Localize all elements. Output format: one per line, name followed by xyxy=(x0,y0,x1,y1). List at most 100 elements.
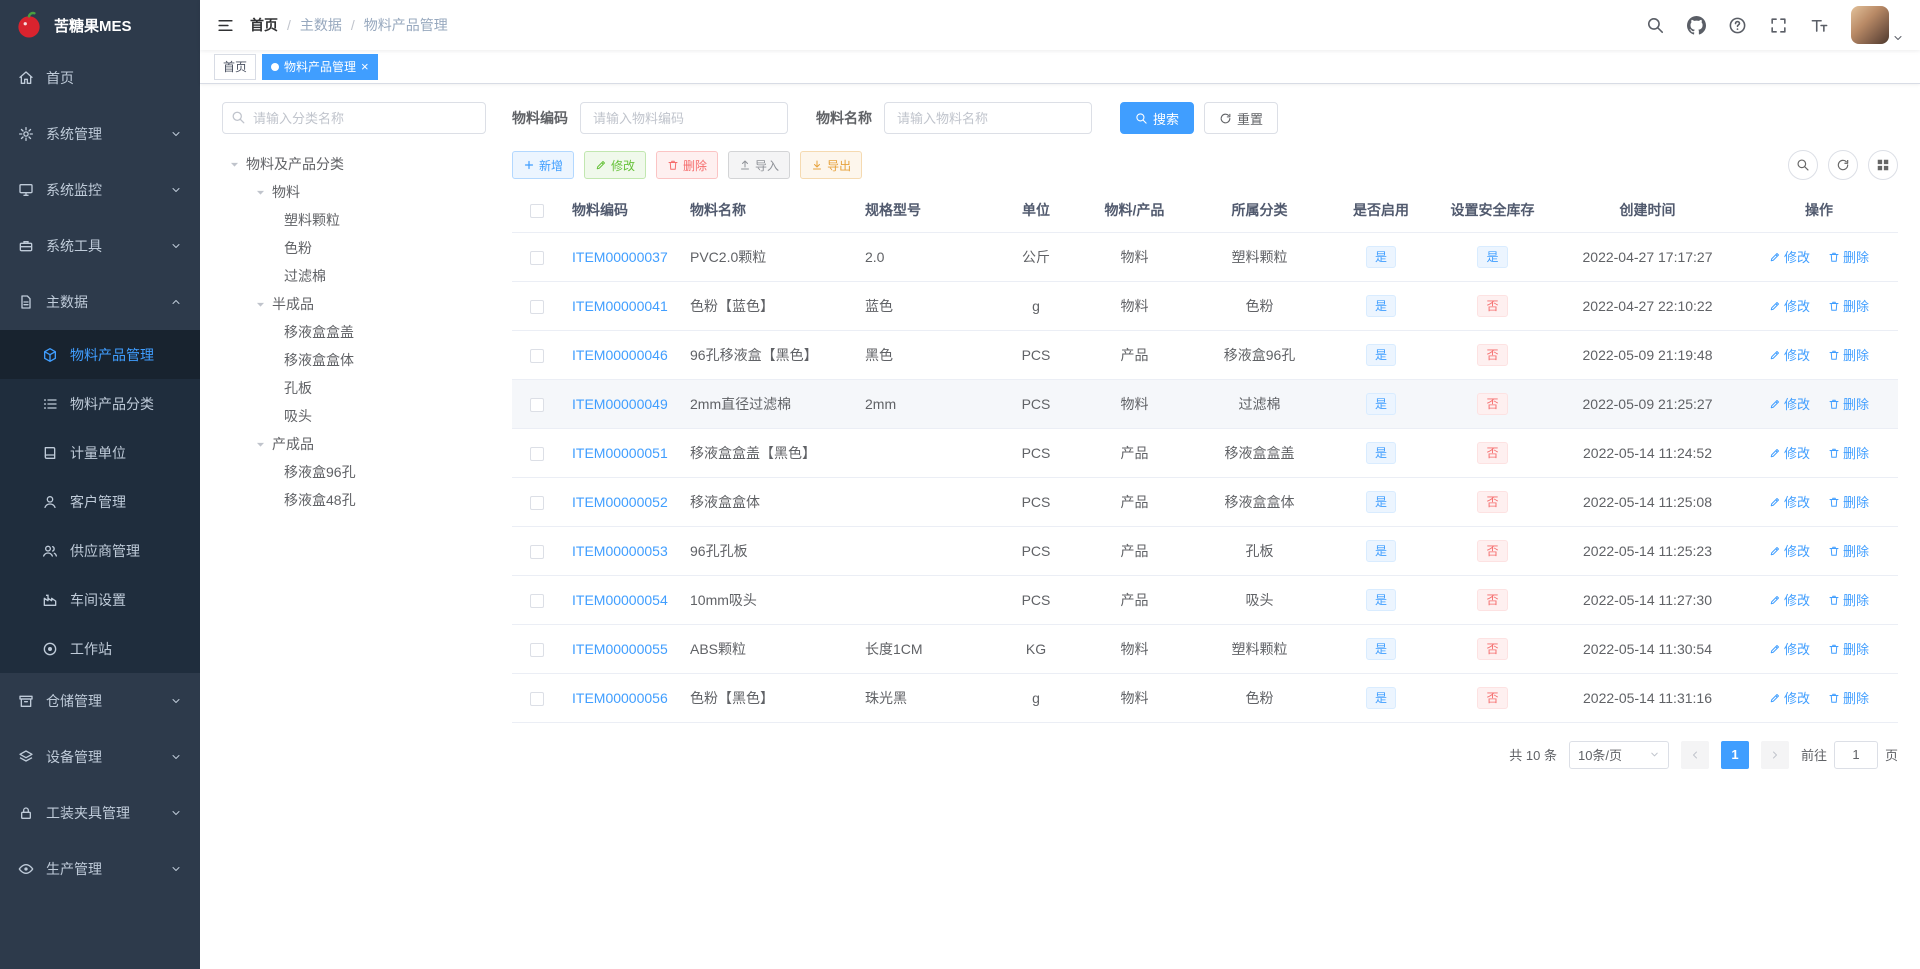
delete-row-button[interactable]: 删除 xyxy=(1828,345,1869,364)
material-name-input[interactable] xyxy=(884,102,1092,134)
edit-row-button[interactable]: 修改 xyxy=(1769,443,1810,462)
select-all-checkbox[interactable] xyxy=(530,203,544,218)
avatar[interactable] xyxy=(1851,6,1889,44)
delete-row-button[interactable]: 删除 xyxy=(1828,492,1869,511)
row-checkbox[interactable] xyxy=(530,691,544,706)
tree-node-group[interactable]: 半成品 xyxy=(222,290,486,318)
sidebar-item-fixture-management[interactable]: 工装夹具管理 xyxy=(0,785,200,841)
row-checkbox[interactable] xyxy=(530,544,544,559)
sidebar-item-master-data[interactable]: 主数据 xyxy=(0,274,200,330)
row-checkbox[interactable] xyxy=(530,446,544,461)
row-checkbox[interactable] xyxy=(530,642,544,657)
refresh-button[interactable] xyxy=(1828,150,1858,180)
tree-node-leaf[interactable]: 塑料颗粒 xyxy=(222,206,486,234)
category-search-input[interactable] xyxy=(222,102,486,134)
tree-node-leaf[interactable]: 移液盒盒盖 xyxy=(222,318,486,346)
tree-node-leaf[interactable]: 色粉 xyxy=(222,234,486,262)
material-code-link[interactable]: ITEM00000052 xyxy=(572,494,668,510)
material-code-link[interactable]: ITEM00000046 xyxy=(572,347,668,363)
material-code-input[interactable] xyxy=(580,102,788,134)
sidebar-item-equipment-management[interactable]: 设备管理 xyxy=(0,729,200,785)
import-button[interactable]: 导入 xyxy=(728,151,791,179)
edit-row-button[interactable]: 修改 xyxy=(1769,590,1810,609)
material-code-link[interactable]: ITEM00000054 xyxy=(572,592,668,608)
github-icon[interactable] xyxy=(1687,16,1706,35)
font-size-icon[interactable] xyxy=(1810,16,1829,35)
reset-button[interactable]: 重置 xyxy=(1204,102,1279,134)
sidebar-item-warehouse-management[interactable]: 仓储管理 xyxy=(0,673,200,729)
sidebar-item-workstation[interactable]: 工作站 xyxy=(0,624,200,673)
row-checkbox[interactable] xyxy=(530,397,544,412)
sidebar-item-production-management[interactable]: 生产管理 xyxy=(0,841,200,897)
tree-node-leaf[interactable]: 移液盒48孔 xyxy=(222,486,486,514)
add-button[interactable]: 新增 xyxy=(512,151,575,179)
row-checkbox[interactable] xyxy=(530,250,544,265)
tab-material-product-management[interactable]: 物料产品管理 × xyxy=(262,53,378,80)
material-code-link[interactable]: ITEM00000049 xyxy=(572,396,668,412)
material-code-link[interactable]: ITEM00000056 xyxy=(572,690,668,706)
edit-row-button[interactable]: 修改 xyxy=(1769,394,1810,413)
sidebar-item-supplier-management[interactable]: 供应商管理 xyxy=(0,526,200,575)
edit-row-button[interactable]: 修改 xyxy=(1769,296,1810,315)
page-size-select[interactable]: 10条/页 xyxy=(1568,740,1669,769)
material-code-link[interactable]: ITEM00000051 xyxy=(572,445,668,461)
search-icon[interactable] xyxy=(1646,16,1665,35)
sidebar-item-customer-management[interactable]: 客户管理 xyxy=(0,477,200,526)
hamburger-icon[interactable] xyxy=(200,0,250,50)
edit-row-button[interactable]: 修改 xyxy=(1769,345,1810,364)
breadcrumb-home[interactable]: 首页 xyxy=(250,15,278,35)
edit-row-button[interactable]: 修改 xyxy=(1769,247,1810,266)
sidebar-item-home[interactable]: 首页 xyxy=(0,50,200,106)
sidebar-item-measure-unit[interactable]: 计量单位 xyxy=(0,428,200,477)
help-icon[interactable] xyxy=(1728,16,1747,35)
tab-home[interactable]: 首页 xyxy=(214,53,257,80)
delete-row-button[interactable]: 删除 xyxy=(1828,639,1869,658)
export-button[interactable]: 导出 xyxy=(800,151,863,179)
column-settings-button[interactable] xyxy=(1868,150,1898,180)
fullscreen-icon[interactable] xyxy=(1769,16,1788,35)
sidebar-item-material-product-category[interactable]: 物料产品分类 xyxy=(0,379,200,428)
tab-close-icon[interactable]: × xyxy=(361,60,369,73)
delete-row-button[interactable]: 删除 xyxy=(1828,541,1869,560)
edit-row-button[interactable]: 修改 xyxy=(1769,688,1810,707)
delete-row-button[interactable]: 删除 xyxy=(1828,247,1869,266)
row-checkbox[interactable] xyxy=(530,299,544,314)
tree-node-leaf[interactable]: 移液盒盒体 xyxy=(222,346,486,374)
tree-node-root[interactable]: 物料及产品分类 xyxy=(222,150,486,178)
edit-row-button[interactable]: 修改 xyxy=(1769,541,1810,560)
edit-row-button[interactable]: 修改 xyxy=(1769,639,1810,658)
page-number-1[interactable]: 1 xyxy=(1720,740,1749,769)
search-button[interactable]: 搜索 xyxy=(1120,102,1195,134)
tree-node-leaf[interactable]: 过滤棉 xyxy=(222,262,486,290)
delete-button[interactable]: 删除 xyxy=(656,151,719,179)
material-code-link[interactable]: ITEM00000037 xyxy=(572,249,668,265)
next-page-button[interactable] xyxy=(1760,740,1789,769)
delete-row-button[interactable]: 删除 xyxy=(1828,688,1869,707)
edit-button[interactable]: 修改 xyxy=(584,151,647,179)
delete-row-button[interactable]: 删除 xyxy=(1828,590,1869,609)
delete-row-button[interactable]: 删除 xyxy=(1828,394,1869,413)
material-code-link[interactable]: ITEM00000053 xyxy=(572,543,668,559)
edit-row-button[interactable]: 修改 xyxy=(1769,492,1810,511)
sidebar-item-system-management[interactable]: 系统管理 xyxy=(0,106,200,162)
user-menu[interactable] xyxy=(1851,6,1904,44)
material-code-link[interactable]: ITEM00000041 xyxy=(572,298,668,314)
delete-row-button[interactable]: 删除 xyxy=(1828,443,1869,462)
tree-node-leaf[interactable]: 移液盒96孔 xyxy=(222,458,486,486)
delete-row-button[interactable]: 删除 xyxy=(1828,296,1869,315)
row-checkbox[interactable] xyxy=(530,495,544,510)
tree-node-group[interactable]: 产成品 xyxy=(222,430,486,458)
prev-page-button[interactable] xyxy=(1680,740,1709,769)
row-checkbox[interactable] xyxy=(530,593,544,608)
toggle-search-button[interactable] xyxy=(1788,150,1818,180)
row-checkbox[interactable] xyxy=(530,348,544,363)
breadcrumb-master-data[interactable]: 主数据 xyxy=(300,15,342,35)
tree-node-leaf[interactable]: 吸头 xyxy=(222,402,486,430)
sidebar-item-material-product-management[interactable]: 物料产品管理 xyxy=(0,330,200,379)
sidebar-item-system-monitor[interactable]: 系统监控 xyxy=(0,162,200,218)
app-logo[interactable]: 苦糖果MES xyxy=(0,0,200,50)
tree-node-group[interactable]: 物料 xyxy=(222,178,486,206)
tree-node-leaf[interactable]: 孔板 xyxy=(222,374,486,402)
material-code-link[interactable]: ITEM00000055 xyxy=(572,641,668,657)
goto-page-input[interactable] xyxy=(1833,740,1878,769)
